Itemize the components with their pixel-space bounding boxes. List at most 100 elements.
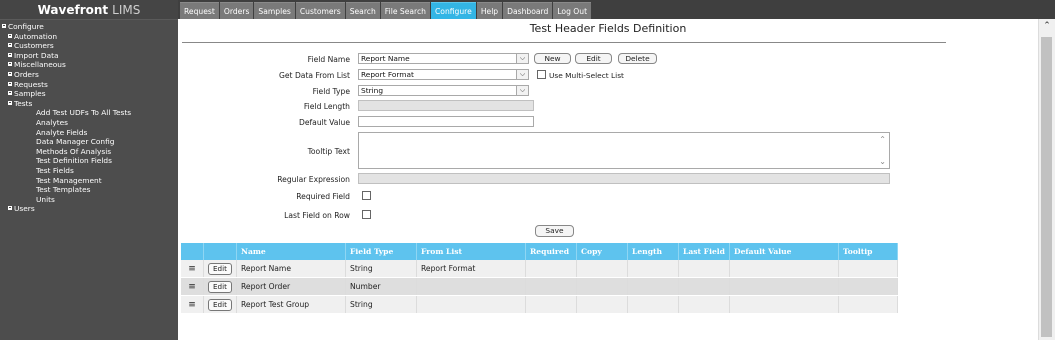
table-row: ≡ Edit Report Test Group String xyxy=(181,295,898,314)
cell-field-type: String xyxy=(345,260,417,278)
field-type-select[interactable]: String ⌵ xyxy=(358,85,529,96)
collapse-icon[interactable] xyxy=(2,24,6,28)
cell-default-value xyxy=(729,277,839,296)
multi-select-label: Use Multi-Select List xyxy=(549,71,624,80)
chevron-down-icon[interactable]: ⌵ xyxy=(516,86,528,95)
tree-item-customers[interactable]: Customers xyxy=(0,41,178,51)
expand-icon[interactable] xyxy=(8,52,12,57)
tab-request[interactable]: Request xyxy=(180,2,219,19)
tree-item-users[interactable]: Users xyxy=(0,204,178,214)
cell-last-field xyxy=(678,277,730,296)
col-default-value[interactable]: Default Value xyxy=(729,243,839,260)
divider xyxy=(182,42,946,43)
tree-item-data-manager-config[interactable]: Data Manager Config xyxy=(0,137,178,147)
tree-item-test-templates[interactable]: Test Templates xyxy=(0,185,178,195)
required-checkbox[interactable] xyxy=(362,191,371,200)
col-last-field[interactable]: Last Field xyxy=(678,243,730,260)
col-required[interactable]: Required xyxy=(525,243,577,260)
tooltip-text-label: Tooltip Text xyxy=(307,147,350,156)
chevron-down-icon[interactable]: ⌵ xyxy=(516,54,528,63)
row-edit-button[interactable]: Edit xyxy=(208,280,232,293)
edit-cell: Edit xyxy=(203,295,237,314)
expand-icon[interactable] xyxy=(8,81,12,86)
expand-icon[interactable] xyxy=(8,33,12,38)
collapse-icon[interactable] xyxy=(8,100,12,105)
page-scrollbar[interactable]: ⌃ xyxy=(1038,19,1055,340)
scroll-up-icon[interactable]: ⌃ xyxy=(879,135,886,144)
tree-item-samples[interactable]: Samples xyxy=(0,89,178,99)
cell-last-field xyxy=(678,260,730,278)
expand-icon[interactable] xyxy=(8,91,12,96)
edit-button[interactable]: Edit xyxy=(575,53,612,64)
cell-tooltip xyxy=(838,295,898,314)
expand-icon[interactable] xyxy=(8,71,12,76)
last-field-checkbox[interactable] xyxy=(362,210,371,219)
field-type-label: Field Type xyxy=(312,87,350,96)
tab-configure[interactable]: Configure xyxy=(431,2,476,19)
row-edit-button[interactable]: Edit xyxy=(208,262,232,275)
col-copy[interactable]: Copy xyxy=(576,243,628,260)
row-edit-button[interactable]: Edit xyxy=(208,298,232,311)
tree-item-requests[interactable]: Requests xyxy=(0,80,178,90)
multi-select-checkbox[interactable] xyxy=(537,70,546,79)
tree-item-analytes[interactable]: Analytes xyxy=(0,118,178,128)
cell-default-value xyxy=(729,295,839,314)
brand-name: Wavefront xyxy=(37,2,109,17)
drag-handle-icon[interactable]: ≡ xyxy=(181,260,204,278)
cell-last-field xyxy=(678,295,730,314)
main-content: Test Header Fields Definition Field Name… xyxy=(178,19,1038,340)
tree-item-methods-of-analysis[interactable]: Methods Of Analysis xyxy=(0,147,178,157)
col-length[interactable]: Length xyxy=(627,243,679,260)
save-button[interactable]: Save xyxy=(535,225,574,237)
col-from-list[interactable]: From List xyxy=(416,243,526,260)
col-name[interactable]: Name xyxy=(236,243,346,260)
chevron-down-icon[interactable]: ⌵ xyxy=(516,70,528,79)
cell-from-list xyxy=(416,295,526,314)
tab-samples[interactable]: Samples xyxy=(254,2,295,19)
cell-copy xyxy=(576,277,628,296)
regex-input[interactable] xyxy=(358,173,890,184)
get-data-select[interactable]: Report Format ⌵ xyxy=(358,69,529,80)
tab-orders[interactable]: Orders xyxy=(219,2,254,19)
default-value-label: Default Value xyxy=(298,118,350,127)
tree-item-test-definition-fields[interactable]: Test Definition Fields xyxy=(0,156,178,166)
tree-label: Customers xyxy=(14,41,54,51)
field-name-select[interactable]: Report Name ⌵ xyxy=(358,53,529,64)
tab-search[interactable]: Search xyxy=(345,2,380,19)
tab-help[interactable]: Help xyxy=(476,2,503,19)
tree-item-orders[interactable]: Orders xyxy=(0,70,178,80)
col-tooltip[interactable]: Tooltip xyxy=(838,243,898,260)
drag-handle-icon[interactable]: ≡ xyxy=(181,277,204,296)
tab-file-search[interactable]: File Search xyxy=(380,2,430,19)
tree-item-test-fields[interactable]: Test Fields xyxy=(0,166,178,176)
new-button[interactable]: New xyxy=(534,53,571,64)
tree-item-test-management[interactable]: Test Management xyxy=(0,176,178,186)
tree-item-automation[interactable]: Automation xyxy=(0,32,178,42)
expand-icon[interactable] xyxy=(8,206,12,211)
scroll-down-icon[interactable]: ⌄ xyxy=(879,157,886,166)
chevron-up-icon[interactable]: ⌃ xyxy=(1039,21,1055,31)
tree-item-analyte-fields[interactable]: Analyte Fields xyxy=(0,128,178,138)
tab-customers[interactable]: Customers xyxy=(295,2,345,19)
tree-item-configure[interactable]: Configure xyxy=(0,22,178,32)
tree-item-tests[interactable]: Tests xyxy=(0,99,178,109)
cell-from-list: Report Format xyxy=(416,260,526,278)
col-field-type[interactable]: Field Type xyxy=(345,243,417,260)
tab-dashboard[interactable]: Dashboard xyxy=(503,2,553,19)
tree-item-miscellaneous[interactable]: Miscellaneous xyxy=(0,60,178,70)
tab-log-out[interactable]: Log Out xyxy=(553,2,592,19)
delete-button[interactable]: Delete xyxy=(618,53,657,64)
tree-label: Users xyxy=(14,204,35,214)
cell-required xyxy=(525,295,577,314)
scrollbar-thumb[interactable] xyxy=(1041,37,1052,337)
default-value-input[interactable] xyxy=(358,116,534,127)
tree-item-import-data[interactable]: Import Data xyxy=(0,51,178,61)
drag-handle-icon[interactable]: ≡ xyxy=(181,295,204,314)
get-data-label: Get Data From List xyxy=(279,71,350,80)
expand-icon[interactable] xyxy=(8,43,12,48)
expand-icon[interactable] xyxy=(8,62,12,67)
tooltip-textarea[interactable]: ⌃ ⌄ xyxy=(358,132,890,169)
tree-item-add-test-udfs[interactable]: Add Test UDFs To All Tests xyxy=(0,108,178,118)
tree-item-units[interactable]: Units xyxy=(0,195,178,205)
field-length-input[interactable] xyxy=(358,100,534,111)
